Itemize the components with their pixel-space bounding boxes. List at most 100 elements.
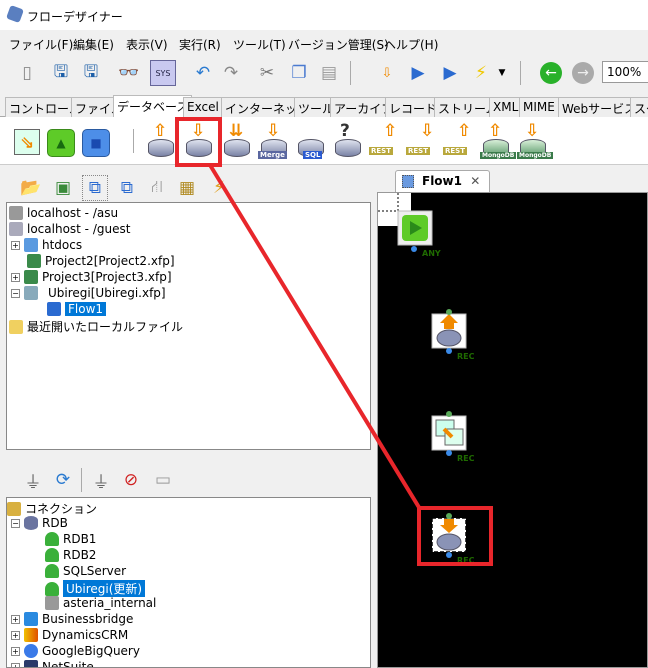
undo-icon[interactable]: ↶ [190, 60, 216, 86]
trigger-icon[interactable]: ⚡ [206, 175, 232, 201]
collapse-icon[interactable]: − [11, 288, 20, 298]
mongodb-put-icon[interactable]: ⇩ MongoDB [515, 123, 554, 159]
tree-item[interactable]: asteria_internal [45, 596, 156, 610]
tree-item-flow1[interactable]: Flow1 [47, 302, 107, 316]
collapse-icon[interactable]: − [11, 518, 20, 528]
rdb-put-node[interactable] [431, 513, 467, 558]
server-icon [45, 596, 59, 610]
tree-item[interactable]: localhost - /guest [9, 222, 130, 236]
tree-item[interactable]: − Ubiregi[Ubiregi.xfp] [11, 286, 166, 300]
external-icon[interactable]: ▦ [174, 175, 200, 201]
sql-call-icon[interactable]: SQL [293, 123, 327, 159]
trigger-icon[interactable]: ⚡ [468, 60, 494, 86]
mapper-icon[interactable]: ⇘ [10, 123, 44, 159]
tree-item[interactable]: + Project3[Project3.xfp] [11, 270, 172, 284]
tree-item[interactable]: + DynamicsCRM [11, 628, 128, 642]
debug-icon[interactable]: ▶ [437, 60, 463, 86]
server-icon[interactable]: ▯ [14, 60, 40, 86]
tree-item[interactable]: RDB2 [45, 548, 96, 562]
save-connection-icon[interactable]: ⏚ [88, 467, 114, 493]
bigquery-icon [24, 644, 38, 658]
tab-mime[interactable]: MIME [519, 97, 559, 117]
menu-file[interactable]: ファイル(F) [9, 36, 73, 53]
menu-view[interactable]: 表示(V) [126, 36, 168, 53]
tab-database[interactable]: データベース [113, 95, 193, 118]
rdb-get-icon[interactable]: ⇧ [143, 123, 177, 159]
save-comment-icon[interactable]: 🖫 [78, 60, 104, 86]
refresh-icon[interactable]: ⟳ [50, 467, 76, 493]
user-connection-icon [45, 532, 59, 546]
tree-item[interactable]: + NetSuite [11, 660, 94, 667]
menu-tools[interactable]: ツール(T) [233, 36, 286, 53]
paste-icon[interactable]: ▤ [316, 60, 342, 86]
palette-tabs: コントロール ファイル データベース Excel インターネット ツール アーカ… [0, 95, 648, 118]
tree-item[interactable]: + htdocs [11, 238, 82, 252]
menu-bar: ファイル(F) 編集(E) 表示(V) 実行(R) ツール(T) バージョン管理… [0, 33, 648, 53]
expand-icon[interactable]: + [11, 614, 20, 624]
expand-icon[interactable]: + [11, 662, 20, 667]
tab-webservice[interactable]: Webサービス [558, 97, 641, 117]
subflow-icon[interactable]: ⧉ [114, 175, 140, 201]
flow-icon[interactable]: ⧉ [82, 175, 108, 201]
run-icon[interactable]: ▶ [405, 60, 431, 86]
rest-multi-icon[interactable]: ⇧ REST [441, 123, 475, 159]
tree-icon[interactable]: ⛙ [144, 175, 170, 201]
compile-icon[interactable]: ⇩ [374, 60, 400, 86]
cut-icon[interactable]: ✂ [254, 60, 280, 86]
open-folder-icon[interactable]: 📂 [18, 175, 44, 201]
rest-put-icon[interactable]: ⇩ REST [404, 123, 438, 159]
tree-item[interactable]: Project2[Project2.xfp] [27, 254, 175, 268]
start-icon[interactable]: ▲ [44, 123, 78, 159]
forward-icon[interactable]: → [572, 62, 594, 84]
project-icon[interactable]: ▣ [50, 175, 76, 201]
chevron-down-icon[interactable]: ▼ [495, 60, 509, 86]
menu-run[interactable]: 実行(R) [179, 36, 221, 53]
redo-icon[interactable]: ↷ [218, 60, 244, 86]
tab-schedule[interactable]: スケ [630, 97, 648, 117]
end-icon[interactable]: ■ [79, 123, 113, 159]
tree-item[interactable]: + GoogleBigQuery [11, 644, 140, 658]
tree-item[interactable]: RDB1 [45, 532, 96, 546]
mongodb-get-icon[interactable]: ⇧ MongoDB [478, 123, 517, 159]
flow-canvas[interactable]: ANY REC REC REC [377, 192, 648, 668]
sys-icon[interactable]: SYS [150, 60, 176, 86]
tree-item[interactable]: localhost - /asu [9, 206, 118, 220]
tree-item[interactable]: 最近開いたローカルファイル [9, 318, 183, 335]
tab-record[interactable]: レコード [385, 97, 442, 117]
close-icon[interactable]: ✕ [470, 174, 480, 188]
port-label-rec: REC [457, 556, 475, 565]
connection-toolbar: ⏚ ⟳ ⏚ ⊘ ▭ [0, 462, 375, 494]
rdb-get-node[interactable] [431, 309, 467, 354]
plug-icon[interactable]: ⏚ [20, 467, 46, 493]
tree-item[interactable]: SQLServer [45, 564, 126, 578]
tab-xml[interactable]: XML [489, 97, 523, 117]
expand-icon[interactable]: + [11, 646, 20, 656]
db-query-icon[interactable]: ? [330, 123, 364, 159]
menu-help[interactable]: ヘルプ(H) [384, 36, 438, 53]
find-icon[interactable]: 👓 [116, 60, 142, 86]
mapper-node[interactable] [431, 411, 467, 456]
expand-icon[interactable]: + [11, 272, 20, 282]
back-icon[interactable]: ← [540, 62, 562, 84]
disconnect-icon[interactable]: ⊘ [118, 467, 144, 493]
tab-flow1[interactable]: Flow1 ✕ [395, 170, 490, 192]
copy-icon[interactable]: ❐ [286, 60, 312, 86]
menu-version[interactable]: バージョン管理(S) [288, 36, 389, 53]
expand-icon[interactable]: + [11, 240, 20, 250]
tree-item[interactable]: コネクション [7, 500, 97, 517]
expand-icon[interactable]: + [11, 630, 20, 640]
menu-edit[interactable]: 編集(E) [73, 36, 114, 53]
rest-get-icon[interactable]: ⇧ REST [367, 123, 401, 159]
rdb-put-multi-icon[interactable]: ⇊ [219, 123, 253, 159]
tree-item[interactable]: − RDB [11, 516, 68, 530]
tab-excel[interactable]: Excel [183, 97, 223, 117]
zoom-field[interactable]: 100% [602, 61, 648, 83]
tree-item-ubiregi[interactable]: Ubiregi(更新) [45, 580, 146, 597]
grid [378, 193, 647, 667]
save-icon[interactable]: 🖫 [48, 60, 74, 86]
tree-item[interactable]: + Businessbridge [11, 612, 133, 626]
rdb-put-icon[interactable]: ⇩ [181, 123, 215, 159]
rdb-merge-icon[interactable]: ⇩ Merge [256, 123, 290, 159]
start-node[interactable] [397, 210, 433, 252]
connection-test-icon[interactable]: ▭ [150, 467, 176, 493]
